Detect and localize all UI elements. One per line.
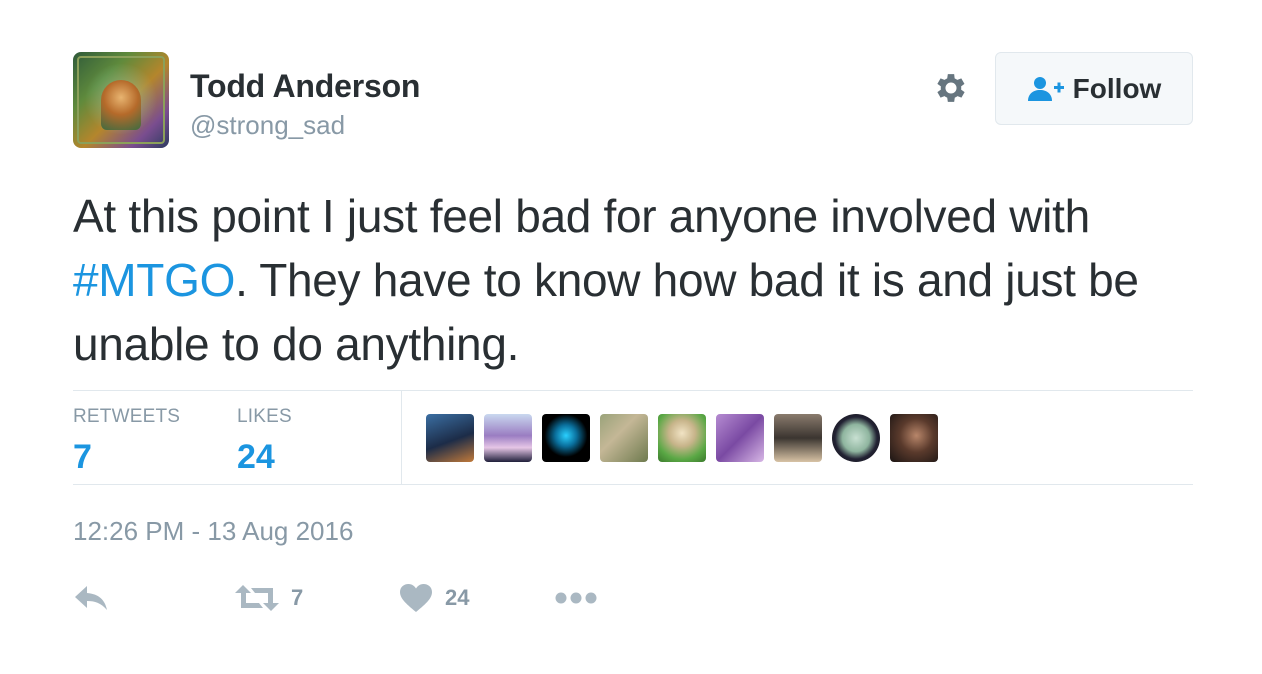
likers-list bbox=[426, 414, 938, 462]
hashtag-link[interactable]: #MTGO bbox=[73, 254, 235, 306]
liker-avatar[interactable] bbox=[832, 414, 880, 462]
likes-value: 24 bbox=[237, 438, 275, 476]
reply-icon bbox=[75, 586, 107, 610]
retweets-value: 7 bbox=[73, 438, 92, 476]
retweet-count: 7 bbox=[291, 585, 304, 610]
reply-button[interactable] bbox=[73, 578, 111, 618]
liker-avatar[interactable] bbox=[542, 414, 590, 462]
retweet-button[interactable]: 7 bbox=[235, 578, 303, 618]
like-button[interactable]: 24 bbox=[399, 578, 469, 618]
divider bbox=[401, 391, 402, 484]
follow-button[interactable]: Follow bbox=[995, 52, 1193, 125]
divider bbox=[73, 484, 1193, 485]
gear-icon bbox=[937, 74, 965, 102]
retweets-stat[interactable]: RETWEETS 7 bbox=[73, 406, 180, 477]
settings-button[interactable] bbox=[931, 68, 971, 108]
retweet-icon bbox=[235, 585, 279, 611]
add-user-icon bbox=[1027, 76, 1064, 101]
like-count: 24 bbox=[445, 585, 470, 610]
likes-label: LIKES bbox=[237, 406, 292, 427]
tweet-timestamp[interactable]: 12:26 PM - 13 Aug 2016 bbox=[73, 516, 353, 547]
user-handle[interactable]: @strong_sad bbox=[190, 110, 345, 141]
retweets-label: RETWEETS bbox=[73, 406, 181, 427]
liker-avatar[interactable] bbox=[774, 414, 822, 462]
follow-button-label: Follow bbox=[1072, 72, 1162, 104]
liker-avatar[interactable] bbox=[658, 414, 706, 462]
tweet-text-before: At this point I just feel bad for anyone… bbox=[73, 190, 1090, 242]
liker-avatar[interactable] bbox=[484, 414, 532, 462]
liker-avatar[interactable] bbox=[426, 414, 474, 462]
liker-avatar[interactable] bbox=[890, 414, 938, 462]
avatar[interactable] bbox=[73, 52, 169, 148]
more-button[interactable] bbox=[555, 578, 597, 618]
user-name[interactable]: Todd Anderson bbox=[190, 68, 420, 105]
heart-icon bbox=[400, 584, 432, 612]
liker-avatar[interactable] bbox=[716, 414, 764, 462]
divider bbox=[73, 390, 1193, 391]
liker-avatar[interactable] bbox=[600, 414, 648, 462]
tweet-text: At this point I just feel bad for anyone… bbox=[73, 184, 1193, 376]
more-icon bbox=[555, 592, 597, 604]
likes-stat[interactable]: LIKES 24 bbox=[237, 406, 292, 477]
